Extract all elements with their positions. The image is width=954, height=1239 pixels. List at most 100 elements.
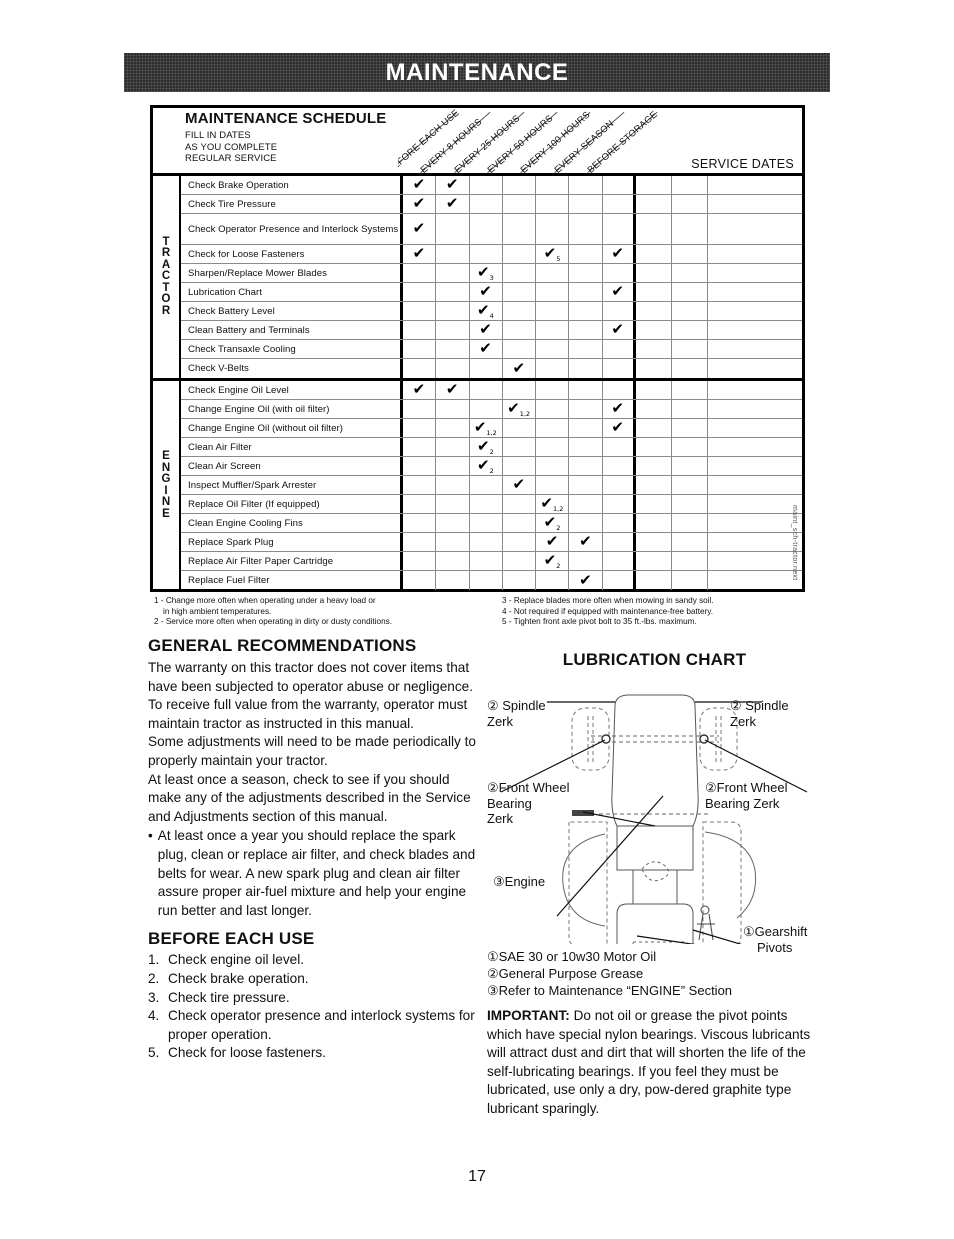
service-date-cell[interactable] bbox=[708, 283, 744, 301]
schedule-cell bbox=[503, 302, 537, 320]
service-date-cell[interactable] bbox=[636, 533, 673, 551]
service-date-cell[interactable] bbox=[708, 176, 744, 194]
service-date-cell[interactable] bbox=[636, 476, 673, 494]
service-date-cell[interactable] bbox=[672, 340, 709, 358]
service-date-cell[interactable] bbox=[636, 400, 673, 418]
check-icon: ✔ bbox=[412, 218, 426, 237]
schedule-cell: ✔ bbox=[436, 176, 470, 194]
schedule-cell bbox=[536, 457, 570, 475]
service-date-cell[interactable] bbox=[636, 571, 673, 590]
service-date-cell[interactable] bbox=[636, 340, 673, 358]
service-date-cell[interactable] bbox=[708, 476, 744, 494]
service-date-cell[interactable] bbox=[672, 438, 709, 456]
service-date-cell[interactable] bbox=[672, 476, 709, 494]
service-date-cell[interactable] bbox=[636, 302, 673, 320]
schedule-cell bbox=[403, 359, 437, 378]
callout-fwb-left-line2: Bearing bbox=[487, 795, 532, 811]
service-date-cell[interactable] bbox=[636, 381, 673, 399]
manual-page: MAINTENANCE MAINTENANCE SCHEDULE FILL IN… bbox=[0, 0, 954, 1239]
service-date-cell[interactable] bbox=[636, 359, 673, 378]
check-icon: ✔1,2 bbox=[473, 417, 497, 437]
service-date-cell[interactable] bbox=[708, 381, 744, 399]
service-date-cell[interactable] bbox=[708, 400, 744, 418]
service-date-cell[interactable] bbox=[636, 283, 673, 301]
check-icon: ✔ bbox=[512, 474, 526, 493]
service-date-cell[interactable] bbox=[708, 533, 744, 551]
schedule-cell bbox=[436, 457, 470, 475]
check-icon: ✔ bbox=[611, 281, 624, 300]
service-date-cell[interactable] bbox=[672, 214, 709, 244]
service-date-cell[interactable] bbox=[708, 195, 744, 213]
service-date-cell[interactable] bbox=[672, 245, 709, 263]
service-date-cell[interactable] bbox=[636, 214, 673, 244]
service-date-cell[interactable] bbox=[708, 419, 744, 437]
general-paragraph-2: Some adjustments will need to be made pe… bbox=[148, 734, 476, 768]
service-date-cell[interactable] bbox=[636, 457, 673, 475]
schedule-cell bbox=[403, 302, 437, 320]
service-date-cell[interactable] bbox=[636, 176, 673, 194]
service-date-cell[interactable] bbox=[708, 214, 744, 244]
service-date-cell[interactable] bbox=[708, 495, 744, 513]
table-row: Change Engine Oil (without oil filter) ✔1… bbox=[181, 419, 802, 438]
task-label: Inspect Muffler/Spark Arrester bbox=[181, 476, 403, 494]
service-date-cell[interactable] bbox=[708, 264, 744, 282]
service-date-cell[interactable] bbox=[708, 321, 744, 339]
service-date-cell[interactable] bbox=[636, 195, 673, 213]
service-date-cell[interactable] bbox=[708, 514, 744, 532]
check-icon: ✔ bbox=[611, 319, 624, 338]
list-item: 5. Check for loose fasteners. bbox=[148, 1044, 478, 1063]
maintenance-schedule-table: MAINTENANCE SCHEDULE FILL IN DATES AS YO… bbox=[150, 105, 805, 592]
schedule-cell: ✔1,2 bbox=[536, 495, 570, 513]
service-date-cell[interactable] bbox=[708, 359, 744, 378]
list-item: 3. Check tire pressure. bbox=[148, 989, 478, 1008]
schedule-cell bbox=[403, 419, 437, 437]
service-date-cell[interactable] bbox=[636, 514, 673, 532]
service-date-cell[interactable] bbox=[672, 302, 709, 320]
service-date-cell[interactable] bbox=[672, 552, 709, 570]
service-date-cell[interactable] bbox=[672, 321, 709, 339]
service-date-cell[interactable] bbox=[708, 457, 744, 475]
schedule-cell bbox=[470, 359, 503, 378]
service-date-cell[interactable] bbox=[672, 457, 709, 475]
service-date-cell[interactable] bbox=[672, 176, 709, 194]
service-date-cell[interactable] bbox=[708, 340, 744, 358]
schedule-cell bbox=[569, 476, 603, 494]
service-date-cell[interactable] bbox=[636, 495, 673, 513]
service-date-cell[interactable] bbox=[636, 438, 673, 456]
schedule-cell: ✔ bbox=[436, 195, 470, 213]
schedule-cell bbox=[503, 340, 537, 358]
service-date-cell[interactable] bbox=[672, 400, 709, 418]
service-date-cell[interactable] bbox=[708, 245, 744, 263]
check-icon: ✔1,2 bbox=[507, 398, 531, 418]
schedule-cell bbox=[603, 195, 637, 213]
service-date-cell[interactable] bbox=[672, 359, 709, 378]
schedule-cell: ✔ bbox=[503, 474, 537, 494]
service-date-cell[interactable] bbox=[672, 381, 709, 399]
service-date-cell[interactable] bbox=[708, 571, 744, 590]
service-date-cell[interactable] bbox=[672, 514, 709, 532]
service-date-cell[interactable] bbox=[672, 195, 709, 213]
service-date-cell[interactable] bbox=[672, 419, 709, 437]
service-date-cell[interactable] bbox=[708, 302, 744, 320]
service-date-cell[interactable] bbox=[636, 419, 673, 437]
service-date-cell[interactable] bbox=[708, 438, 744, 456]
service-date-cell[interactable] bbox=[672, 571, 709, 590]
task-label: Check Battery Level bbox=[181, 302, 403, 320]
service-date-cell[interactable] bbox=[636, 264, 673, 282]
schedule-cell bbox=[603, 533, 637, 551]
list-item-number: 2. bbox=[148, 970, 160, 986]
service-date-cell[interactable] bbox=[636, 321, 673, 339]
service-date-cell[interactable] bbox=[672, 283, 709, 301]
table-row: Replace Spark Plug ✔ ✔ bbox=[181, 533, 802, 552]
service-date-cell[interactable] bbox=[672, 495, 709, 513]
callout-gearshift-line1: ①Gearshift bbox=[743, 924, 808, 939]
task-label: Change Engine Oil (without oil filter) bbox=[181, 419, 403, 437]
service-date-cell[interactable] bbox=[636, 552, 673, 570]
schedule-cell bbox=[536, 400, 570, 418]
footnote-3: 3 - Replace blades more often when mowin… bbox=[502, 596, 714, 605]
service-date-cell[interactable] bbox=[672, 533, 709, 551]
service-date-cell[interactable] bbox=[708, 552, 744, 570]
service-date-cell[interactable] bbox=[636, 245, 673, 263]
service-date-cell[interactable] bbox=[672, 264, 709, 282]
schedule-cell bbox=[436, 264, 470, 282]
